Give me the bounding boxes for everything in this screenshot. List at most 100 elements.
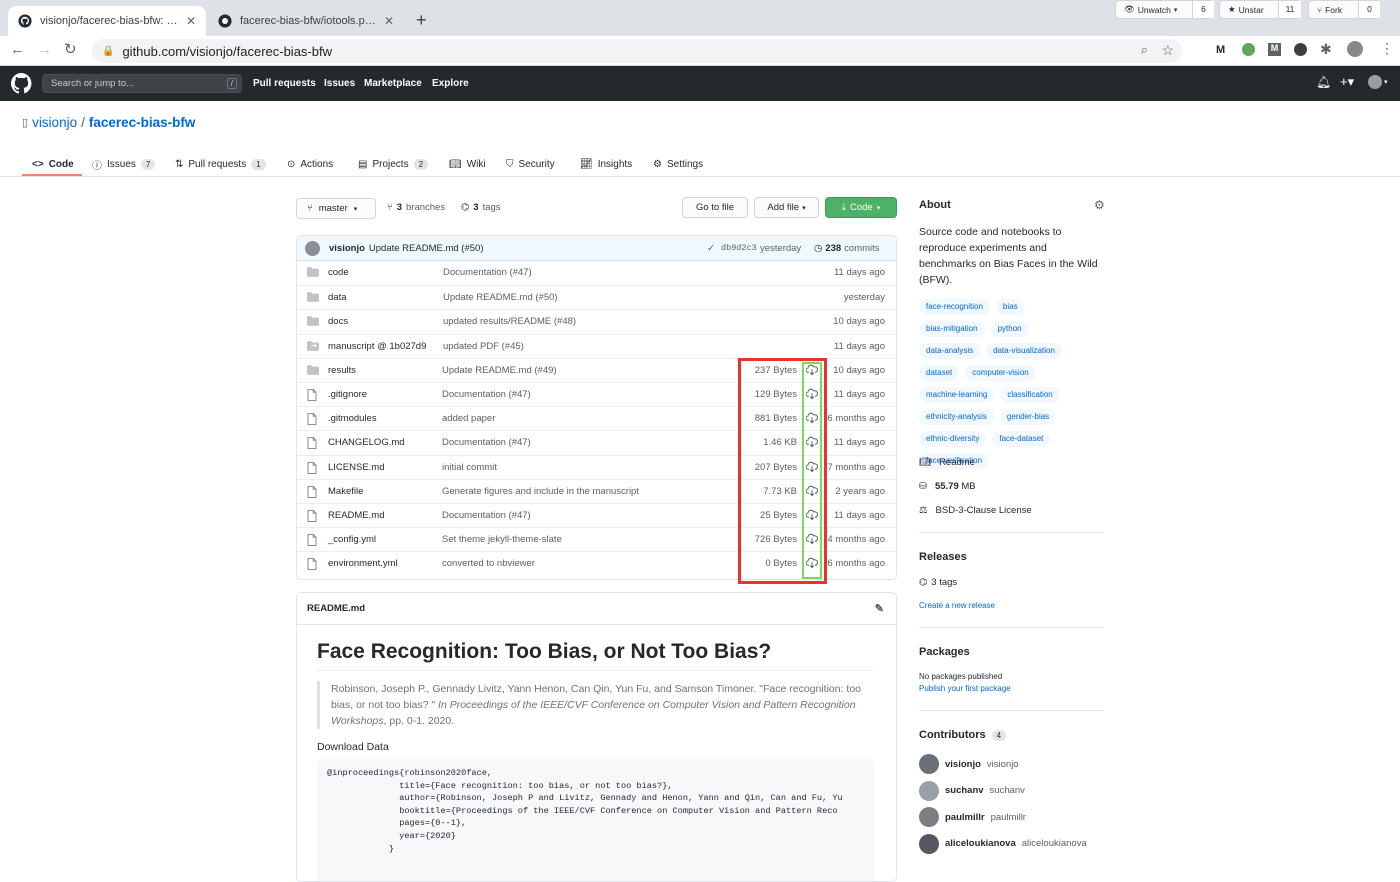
edit-pencil-icon[interactable]: ✎ bbox=[875, 602, 884, 615]
code-download-button[interactable]: ⤓ Code ▾ bbox=[825, 197, 897, 218]
topic-tag[interactable]: python bbox=[990, 321, 1029, 337]
file-commit-message[interactable]: Documentation (#47) bbox=[442, 510, 531, 521]
readme-link[interactable]: 📖︎ Readme bbox=[919, 457, 975, 468]
create-new-plus-icon[interactable]: +▾ bbox=[1340, 74, 1354, 90]
file-row[interactable]: code Documentation (#47) 11 days ago bbox=[297, 261, 896, 285]
fork-button[interactable]: ⑂ Fork 0 bbox=[1308, 0, 1380, 19]
nav-explore[interactable]: Explore bbox=[432, 78, 469, 89]
packages-heading[interactable]: Packages bbox=[919, 646, 970, 658]
repo-owner-link[interactable]: visionjo bbox=[32, 115, 77, 130]
file-commit-message[interactable]: updated PDF (#45) bbox=[443, 341, 524, 352]
create-release-link[interactable]: Create a new release bbox=[919, 601, 995, 610]
tab-actions[interactable]: ⊙ Actions bbox=[287, 152, 333, 176]
file-name-link[interactable]: _config.yml bbox=[328, 534, 376, 545]
tags-link[interactable]: ⌬ 3 tags bbox=[461, 202, 501, 213]
repo-name-link[interactable]: facerec-bias-bfw bbox=[89, 115, 196, 130]
releases-heading[interactable]: Releases bbox=[919, 551, 967, 563]
topic-tag[interactable]: data-visualization bbox=[986, 343, 1062, 359]
contributor-item[interactable]: paulmillr paulmillr bbox=[919, 807, 1026, 827]
reload-icon[interactable]: ↻ bbox=[64, 40, 77, 58]
contributor-avatar[interactable] bbox=[919, 807, 939, 827]
forward-icon[interactable]: → bbox=[37, 41, 52, 58]
topic-tag[interactable]: face-dataset bbox=[992, 431, 1051, 447]
browser-menu-icon[interactable]: ⋮ bbox=[1380, 40, 1394, 57]
tab-pull-requests[interactable]: ⇅ Pull requests 1 bbox=[175, 152, 266, 176]
fork-count[interactable]: 0 bbox=[1358, 1, 1380, 18]
file-name-link[interactable]: .gitmodules bbox=[328, 413, 377, 424]
topic-tag[interactable]: ethnicity-analysis bbox=[919, 409, 994, 425]
file-commit-message[interactable]: Set theme jekyll-theme-slate bbox=[442, 534, 562, 545]
new-tab-icon[interactable]: + bbox=[416, 10, 427, 31]
topic-tag[interactable]: machine-learning bbox=[919, 387, 995, 403]
contributor-item[interactable]: visionjo visionjo bbox=[919, 754, 1019, 774]
browser-tab[interactable]: facerec-bias-bfw/iotools.py at ✕ bbox=[208, 6, 404, 36]
topic-tag[interactable]: bias bbox=[995, 299, 1025, 315]
file-commit-message[interactable]: converted to nbviewer bbox=[442, 558, 535, 569]
tab-code[interactable]: <> Code bbox=[32, 152, 74, 176]
release-tags-link[interactable]: ⌬ 3 tags bbox=[919, 577, 957, 588]
contributor-item[interactable]: suchanv suchanv bbox=[919, 780, 1025, 801]
close-tab-icon[interactable]: ✕ bbox=[186, 14, 196, 28]
watch-count[interactable]: 6 bbox=[1192, 1, 1214, 18]
commits-link[interactable]: ◷ 238 commits bbox=[814, 243, 880, 254]
watch-button[interactable]: 👁︎ Unwatch ▾ 6 bbox=[1115, 0, 1214, 19]
tab-issues[interactable]: ⓘ Issues 7 bbox=[92, 152, 156, 176]
file-name-link[interactable]: LICENSE.md bbox=[328, 462, 385, 473]
topic-tag[interactable]: bias-mitigation bbox=[919, 321, 985, 337]
gmail-extension-icon[interactable]: M bbox=[1216, 44, 1225, 56]
address-bar[interactable]: 🔒 github.com/visionjo/facerec-bias-bfw ⌕… bbox=[92, 39, 1182, 63]
add-file-button[interactable]: Add file ▾ bbox=[754, 197, 819, 218]
file-commit-message[interactable]: added paper bbox=[442, 413, 495, 424]
file-name-link[interactable]: environment.yml bbox=[328, 558, 398, 569]
contributor-avatar[interactable] bbox=[919, 754, 939, 774]
file-name-link[interactable]: README.md bbox=[328, 510, 384, 521]
gear-icon[interactable]: ⚙ bbox=[1094, 198, 1105, 212]
file-commit-message[interactable]: initial commit bbox=[442, 462, 497, 473]
nav-marketplace[interactable]: Marketplace bbox=[364, 78, 422, 89]
file-commit-message[interactable]: Update README.md (#49) bbox=[442, 365, 557, 376]
topic-tag[interactable]: dataset bbox=[919, 365, 960, 381]
extension-icon[interactable] bbox=[1242, 43, 1255, 56]
file-commit-message[interactable]: Generate figures and include in the manu… bbox=[442, 486, 639, 497]
contributor-item[interactable]: aliceloukianova aliceloukianova bbox=[919, 833, 1087, 854]
extension-m-icon[interactable]: M bbox=[1268, 43, 1281, 56]
license-link[interactable]: ⚖ BSD-3-Clause License bbox=[919, 505, 1032, 516]
file-name-link[interactable]: code bbox=[328, 267, 349, 278]
file-commit-message[interactable]: Update README.md (#50) bbox=[443, 292, 558, 303]
extension-circle-icon[interactable] bbox=[1294, 43, 1307, 56]
tab-settings[interactable]: ⚙ Settings bbox=[653, 152, 703, 176]
back-icon[interactable]: ← bbox=[10, 41, 25, 58]
topic-tag[interactable]: data-analysis bbox=[919, 343, 981, 359]
topic-tag[interactable]: gender-bias bbox=[999, 409, 1057, 425]
file-commit-message[interactable]: Documentation (#47) bbox=[442, 437, 531, 448]
file-name-link[interactable]: .gitignore bbox=[328, 389, 367, 400]
go-to-file-button[interactable]: Go to file bbox=[682, 197, 748, 218]
topic-tag[interactable]: classification bbox=[1000, 387, 1060, 403]
tab-projects[interactable]: ▤ Projects 2 bbox=[358, 152, 429, 176]
file-row[interactable]: data Update README.md (#50) yesterday bbox=[297, 285, 896, 309]
file-name-link[interactable]: results bbox=[328, 365, 356, 376]
commit-author[interactable]: visionjo bbox=[329, 243, 365, 254]
zoom-icon[interactable]: ⌕ bbox=[1141, 42, 1148, 58]
chevron-down-icon[interactable]: ▾ bbox=[1384, 78, 1388, 86]
file-name-link[interactable]: docs bbox=[328, 316, 348, 327]
file-row[interactable]: manuscript @ 1b027d9 updated PDF (#45) 11 … bbox=[297, 333, 896, 358]
topic-tag[interactable]: face-recognition bbox=[919, 299, 990, 315]
profile-avatar[interactable] bbox=[1347, 41, 1363, 57]
puzzle-extensions-icon[interactable]: ✱ bbox=[1320, 41, 1332, 58]
bookmark-star-icon[interactable]: ☆ bbox=[1161, 42, 1174, 59]
branches-link[interactable]: ⑂ 3 branches bbox=[387, 202, 445, 213]
file-name-link[interactable]: Makefile bbox=[328, 486, 363, 497]
author-avatar[interactable] bbox=[305, 240, 320, 256]
commit-message[interactable]: Update README.md (#50) bbox=[369, 243, 484, 254]
star-count[interactable]: 11 bbox=[1278, 1, 1301, 18]
contributor-avatar[interactable] bbox=[919, 833, 939, 854]
tab-security[interactable]: ⛉ Security bbox=[506, 152, 555, 176]
close-tab-icon[interactable]: ✕ bbox=[384, 14, 394, 28]
file-commit-message[interactable]: Documentation (#47) bbox=[443, 267, 532, 278]
tab-insights[interactable]: 📈︎ Insights bbox=[580, 152, 632, 176]
topic-tag[interactable]: ethnic-diversity bbox=[919, 431, 987, 447]
branch-select-button[interactable]: ⑂ master ▾ bbox=[296, 198, 376, 219]
nav-pull-requests[interactable]: Pull requests bbox=[253, 78, 316, 89]
file-commit-message[interactable]: Documentation (#47) bbox=[442, 389, 531, 400]
